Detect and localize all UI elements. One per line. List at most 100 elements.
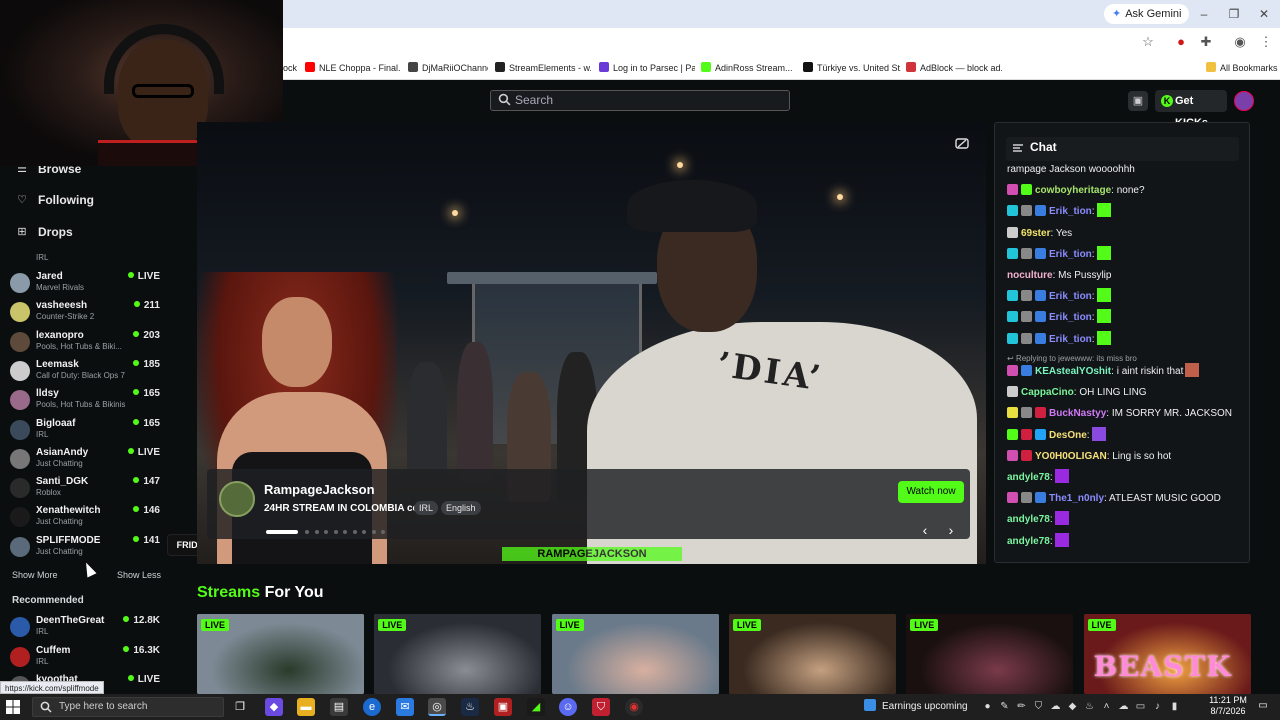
chat-menu-icon[interactable]: [1012, 142, 1024, 154]
windows-start-icon[interactable]: [6, 700, 20, 714]
show-more-link[interactable]: Show More: [12, 570, 58, 580]
chat-username[interactable]: andyle78: [1007, 472, 1050, 483]
bookmark-item[interactable]: AdBlock — block ad...: [906, 60, 1002, 76]
nav-drops[interactable]: Drops: [0, 220, 197, 244]
bookmark-item[interactable]: AdinRoss Stream...: [701, 60, 797, 76]
bookmark-item[interactable]: NLE Choppa - Final...: [305, 60, 401, 76]
stream-thumbnail[interactable]: LIVE: [197, 614, 364, 694]
carousel-next-button[interactable]: ›: [943, 521, 959, 539]
taskbar-news-widget[interactable]: Earnings upcoming: [864, 698, 968, 716]
tag-irl[interactable]: IRL: [414, 501, 439, 515]
chat-username[interactable]: Erik_tion: [1049, 206, 1092, 217]
discord-tray-icon[interactable]: ●: [981, 700, 994, 713]
extensions-icon[interactable]: ✚: [1198, 34, 1214, 50]
stream-thumbnail[interactable]: LIVE: [374, 614, 542, 694]
carousel-indicator[interactable]: [314, 530, 319, 534]
chat-username[interactable]: CappaCino: [1021, 387, 1074, 398]
chat-username[interactable]: noculture: [1007, 270, 1053, 281]
chat-username[interactable]: Erik_tion: [1049, 312, 1092, 323]
notification-icon[interactable]: ▭: [1256, 700, 1270, 714]
sidebar-channel[interactable]: Jared Marvel Rivals LIVE: [10, 271, 160, 299]
carousel-indicator[interactable]: [333, 530, 338, 534]
chat-username[interactable]: andyle78: [1007, 536, 1050, 547]
chrome-icon[interactable]: ◎: [428, 698, 446, 716]
chat-username[interactable]: DesOne: [1049, 430, 1087, 441]
carousel-indicator[interactable]: [371, 530, 376, 534]
carousel-indicator[interactable]: [362, 530, 366, 534]
sidebar-channel[interactable]: Bigloaaf IRL 165: [10, 418, 160, 446]
copilot-icon[interactable]: ◆: [265, 698, 283, 716]
carousel-indicator[interactable]: [324, 530, 328, 534]
bookmark-item[interactable]: StreamElements - w...: [495, 60, 591, 76]
carousel-indicator[interactable]: [343, 530, 347, 534]
carousel-indicator-active[interactable]: [266, 530, 298, 534]
chat-username[interactable]: BuckNastyy: [1049, 408, 1106, 419]
bookmark-item[interactable]: ock: [283, 60, 303, 76]
user-avatar[interactable]: [1234, 91, 1254, 111]
pen-tray-icon[interactable]: ✎: [998, 700, 1011, 713]
adblock-extension-icon[interactable]: ●: [1173, 34, 1189, 50]
stream-thumbnail[interactable]: BEASTK LIVE: [1083, 614, 1251, 694]
carousel-prev-button[interactable]: ‹: [917, 521, 933, 539]
stream-thumbnail[interactable]: LIVE: [551, 614, 719, 694]
chat-username[interactable]: Erik_tion: [1049, 334, 1092, 345]
chat-username[interactable]: Erik_tion: [1049, 291, 1092, 302]
obs-icon[interactable]: ◉: [625, 698, 643, 716]
network-icon[interactable]: ▭: [1134, 700, 1147, 713]
chat-username[interactable]: cowboyheritage: [1035, 185, 1111, 196]
stream-thumbnail[interactable]: LIVE: [906, 614, 1074, 694]
battery-icon[interactable]: ▮: [1168, 700, 1181, 713]
store-icon[interactable]: ▤: [330, 698, 348, 716]
sidebar-channel[interactable]: Xenathewitch Just Chatting 146: [10, 505, 160, 533]
ask-gemini-button[interactable]: ✦ Ask Gemini: [1104, 4, 1190, 24]
menu-icon[interactable]: ⋮: [1258, 34, 1274, 50]
profile-icon[interactable]: ◉: [1232, 34, 1248, 50]
sidebar-channel[interactable]: SPLIFFMODE Just Chatting 141: [10, 535, 160, 563]
chat-username[interactable]: andyle78: [1007, 514, 1050, 525]
clip-icon[interactable]: [955, 136, 969, 150]
task-view-icon[interactable]: ❐: [231, 698, 249, 716]
cloud-icon[interactable]: ☁: [1117, 700, 1130, 713]
show-less-link[interactable]: Show Less: [117, 570, 161, 580]
steam-tray-icon[interactable]: ♨: [1083, 700, 1096, 713]
taskbar-search-input[interactable]: Type here to search: [32, 697, 224, 717]
all-bookmarks-link[interactable]: All Bookmarks: [1206, 60, 1278, 76]
sidebar-channel[interactable]: Cuffem IRL 16.3K: [10, 645, 160, 673]
discord-icon[interactable]: ☺: [559, 698, 577, 716]
bookmark-item[interactable]: Log in to Parsec | Pa...: [599, 60, 695, 76]
vpn-shield-icon[interactable]: ⛉: [592, 698, 610, 716]
edge-icon[interactable]: e: [363, 698, 381, 716]
sidebar-channel[interactable]: AsianAndy Just Chatting LIVE: [10, 447, 160, 475]
bookmark-item[interactable]: DjMaRiiOChannel: [408, 60, 488, 76]
carousel-indicator[interactable]: [381, 530, 385, 534]
featured-channel-name[interactable]: RampageJackson: [264, 482, 375, 497]
volume-icon[interactable]: ♪: [1151, 700, 1164, 713]
chat-username[interactable]: KEAstealYOshit: [1035, 366, 1111, 377]
search-input[interactable]: Search: [490, 90, 790, 111]
sidebar-channel[interactable]: lexanopro Pools, Hot Tubs & Biki... 203: [10, 330, 160, 358]
app-icon-red[interactable]: ▣: [494, 698, 512, 716]
cloud-tray-icon[interactable]: ☁: [1049, 700, 1062, 713]
minimize-button[interactable]: –: [1192, 4, 1216, 24]
sidebar-channel[interactable]: vasheeesh Counter-Strike 2 211: [10, 300, 160, 328]
taskbar-clock[interactable]: 11:21 PM 8/7/2026: [1206, 695, 1250, 717]
chat-username[interactable]: 69ster: [1021, 228, 1050, 239]
nvidia-icon[interactable]: ◢: [527, 698, 545, 716]
sidebar-channel[interactable]: DeenTheGreat IRL 12.8K: [10, 615, 160, 643]
close-window-button[interactable]: ✕: [1252, 4, 1276, 24]
steam-icon[interactable]: ♨: [461, 698, 479, 716]
chevron-up-icon[interactable]: ˄: [1100, 700, 1113, 713]
chat-username[interactable]: The1_n0nly: [1049, 493, 1104, 504]
chat-username[interactable]: Erik_tion: [1049, 249, 1092, 260]
app-tray-icon[interactable]: ◆: [1066, 700, 1079, 713]
bookmark-star-icon[interactable]: ☆: [1140, 34, 1156, 50]
featured-avatar[interactable]: [219, 481, 255, 517]
maximize-button[interactable]: ❐: [1222, 4, 1246, 24]
bookmark-item[interactable]: Türkiye vs. United St...: [803, 60, 901, 76]
stream-thumbnail[interactable]: LIVE: [728, 614, 896, 694]
watch-now-button[interactable]: Watch now: [898, 481, 964, 503]
chat-username[interactable]: YO0H0OLIGAN: [1035, 451, 1107, 462]
carousel-indicator[interactable]: [305, 530, 309, 534]
mail-icon[interactable]: ✉: [396, 698, 414, 716]
shield-tray-icon[interactable]: ⛉: [1032, 700, 1045, 713]
